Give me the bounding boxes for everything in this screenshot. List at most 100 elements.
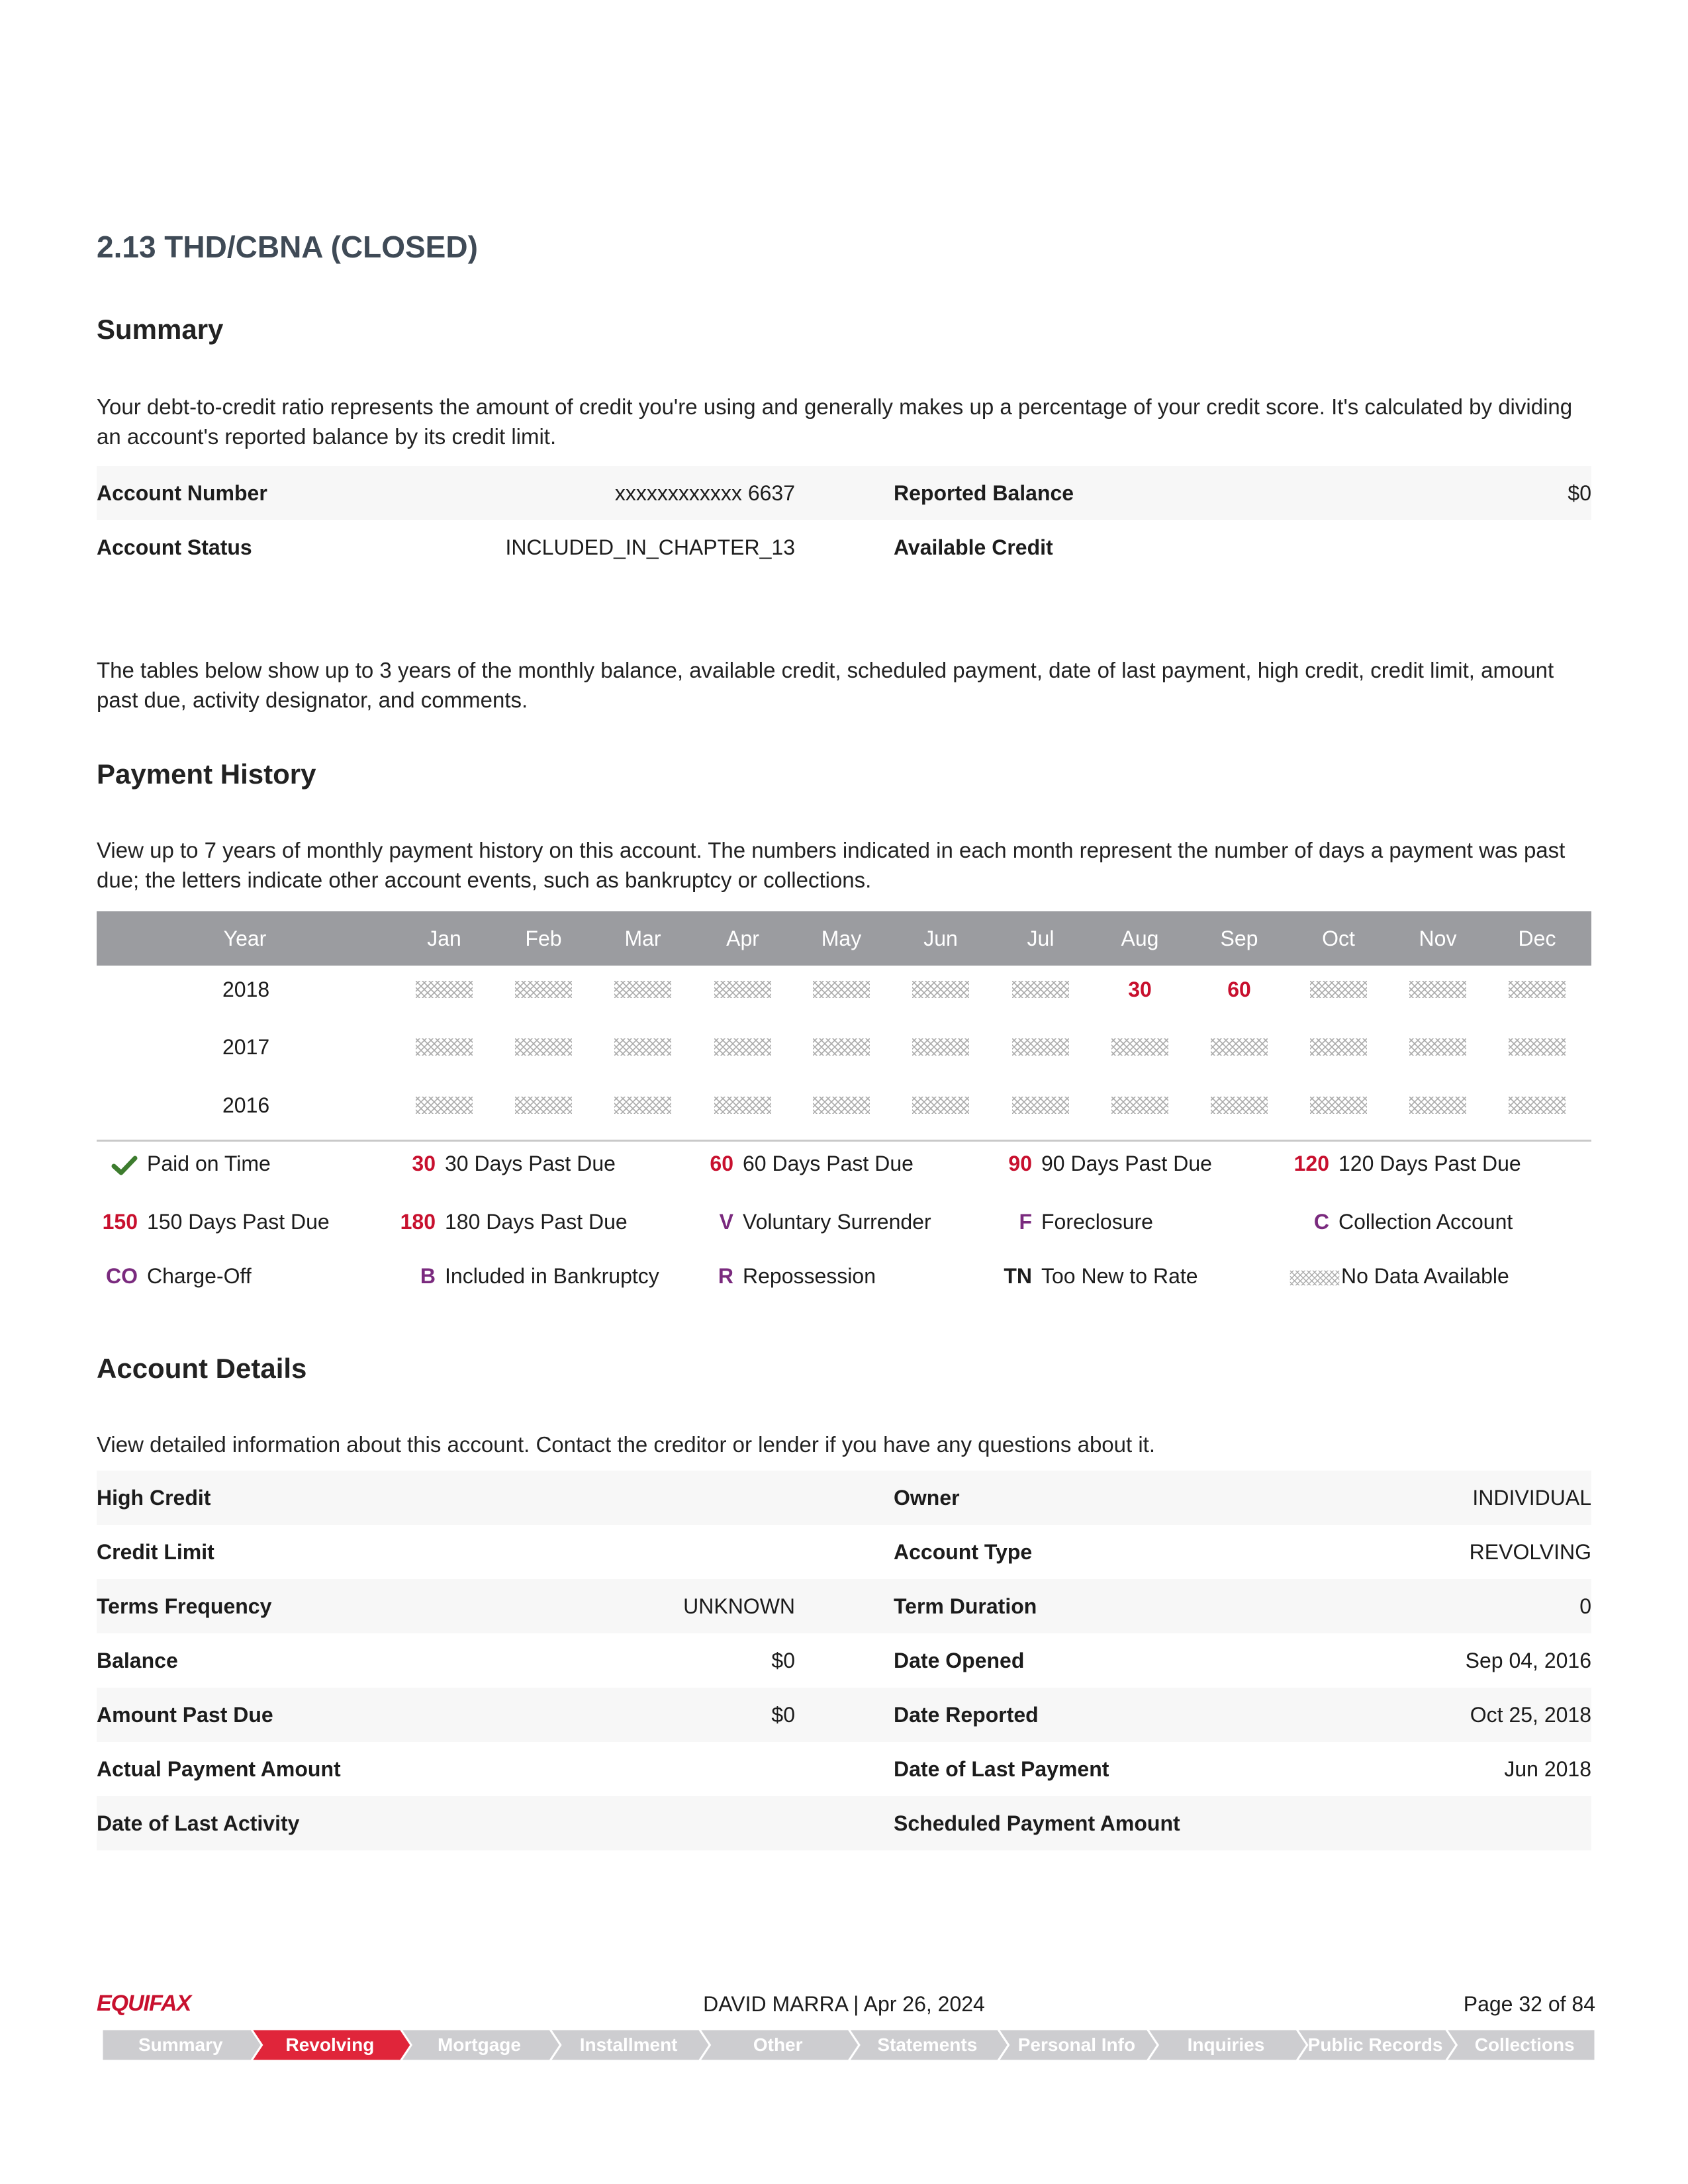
- legend-label: Paid on Time: [147, 1152, 271, 1175]
- month-status: [395, 1076, 494, 1134]
- month-status: [494, 960, 593, 1019]
- summary-label: Account Number: [97, 481, 267, 505]
- detail-value: $0: [771, 1649, 795, 1672]
- column-header-feb: Feb: [525, 927, 562, 950]
- legend-item: V Voluntary Surrender: [692, 1202, 931, 1242]
- payment-history-description: View up to 7 years of monthly payment hi…: [97, 838, 1566, 892]
- no-data-pattern-icon: [416, 981, 473, 998]
- legend-label: 30 Days Past Due: [445, 1152, 616, 1175]
- month-status: [1289, 1076, 1388, 1134]
- summary-row: Account Status INCLUDED_IN_CHAPTER_13 Av…: [97, 520, 1591, 574]
- month-status: [693, 960, 792, 1019]
- summary-description: Your debt-to-credit ratio represents the…: [97, 394, 1573, 449]
- tables-note: The tables below show up to 3 years of t…: [97, 658, 1554, 712]
- detail-value: UNKNOWN: [683, 1594, 795, 1618]
- nav-item-summary[interactable]: Summary: [107, 2029, 254, 2061]
- nav-item-mortgage[interactable]: Mortgage: [406, 2029, 553, 2061]
- legend-code: 120: [1293, 1152, 1329, 1175]
- legend-code: [1288, 1256, 1341, 1296]
- no-data-pattern-icon: [912, 981, 969, 998]
- month-status: [891, 1076, 990, 1134]
- month-status: [494, 1018, 593, 1076]
- month-status: [792, 960, 891, 1019]
- column-header-may: May: [821, 927, 862, 950]
- no-data-pattern-icon: [912, 1097, 969, 1114]
- detail-row: Terms Frequency UNKNOWN Term Duration 0: [97, 1579, 1591, 1633]
- no-data-pattern-icon: [813, 1097, 870, 1114]
- page-number: Page 32 of 84: [1463, 1992, 1595, 2016]
- summary-value: xxxxxxxxxxxx 6637: [614, 481, 795, 505]
- month-status: [593, 960, 692, 1019]
- section-title: 2.13 THD/CBNA (CLOSED): [97, 230, 478, 264]
- no-data-pattern-icon: [1111, 1038, 1168, 1056]
- no-data-pattern-icon: [1509, 981, 1566, 998]
- detail-label: Date of Last Activity: [97, 1811, 300, 1835]
- legend-label: Repossession: [743, 1264, 876, 1288]
- column-header-apr: Apr: [726, 927, 759, 950]
- month-status: [891, 960, 990, 1019]
- no-data-pattern-icon: [813, 981, 870, 998]
- no-data-pattern-icon: [515, 1097, 572, 1114]
- legend-item: 180 180 Days Past Due: [395, 1202, 628, 1242]
- detail-label: Amount Past Due: [97, 1703, 273, 1727]
- no-data-pattern-icon: [416, 1038, 473, 1056]
- legend-label: 120 Days Past Due: [1338, 1152, 1521, 1175]
- legend-item: 30 30 Days Past Due: [395, 1144, 616, 1183]
- month-status: [891, 1018, 990, 1076]
- column-header-dec: Dec: [1518, 927, 1556, 950]
- no-data-pattern-icon: [1409, 1038, 1466, 1056]
- nav-item-revolving[interactable]: Revolving: [257, 2029, 404, 2061]
- nav-item-collections[interactable]: Collections: [1451, 2029, 1598, 2061]
- nav-item-other[interactable]: Other: [704, 2029, 851, 2061]
- legend-item: TN Too New to Rate: [991, 1256, 1198, 1296]
- no-data-pattern-icon: [1012, 1097, 1069, 1114]
- nav-item-inquiries[interactable]: Inquiries: [1152, 2029, 1299, 2061]
- legend-label: 150 Days Past Due: [147, 1210, 330, 1234]
- no-data-pattern-icon: [614, 1097, 671, 1114]
- detail-label: Terms Frequency: [97, 1594, 272, 1618]
- legend-label: Collection Account: [1338, 1210, 1513, 1234]
- summary-row: Account Number xxxxxxxxxxxx 6637 Reporte…: [97, 466, 1591, 520]
- summary-value: INCLUDED_IN_CHAPTER_13: [505, 535, 795, 559]
- legend-code: R: [718, 1264, 733, 1288]
- month-status: [1388, 1018, 1487, 1076]
- detail-row: Balance $0 Date Opened Sep 04, 2016: [97, 1633, 1591, 1688]
- column-header-aug: Aug: [1121, 927, 1159, 950]
- summary-heading: Summary: [97, 314, 224, 345]
- legend-code: B: [420, 1264, 436, 1288]
- legend-code: 150: [102, 1210, 138, 1234]
- column-header-oct: Oct: [1322, 927, 1355, 950]
- legend-label: 180 Days Past Due: [445, 1210, 628, 1234]
- legend-label: 60 Days Past Due: [743, 1152, 914, 1175]
- month-status: 30: [1128, 977, 1152, 1001]
- legend-label: Foreclosure: [1041, 1210, 1153, 1234]
- month-status: [593, 1076, 692, 1134]
- account-details-heading: Account Details: [97, 1353, 307, 1384]
- nav-item-statements[interactable]: Statements: [854, 2029, 1001, 2061]
- month-status: [1487, 960, 1587, 1019]
- nav-item-personal-info[interactable]: Personal Info: [1004, 2029, 1150, 2061]
- payment-history-heading: Payment History: [97, 758, 316, 790]
- no-data-pattern-icon: [515, 981, 572, 998]
- legend-item: 60 60 Days Past Due: [692, 1144, 914, 1183]
- month-status: [494, 1076, 593, 1134]
- legend-item: 150 150 Days Past Due: [97, 1202, 330, 1242]
- legend-item: C Collection Account: [1288, 1202, 1513, 1242]
- detail-label: Account Type: [894, 1540, 1033, 1564]
- nav-item-public-records[interactable]: Public Records: [1302, 2029, 1449, 2061]
- month-status: [1190, 1018, 1289, 1076]
- payment-year: 2017: [222, 1035, 270, 1059]
- no-data-pattern-icon: [1310, 1097, 1367, 1114]
- detail-label: Credit Limit: [97, 1540, 214, 1564]
- no-data-pattern-icon: [416, 1097, 473, 1114]
- column-header-mar: Mar: [624, 927, 661, 950]
- no-data-pattern-icon: [912, 1038, 969, 1056]
- nav-item-installment[interactable]: Installment: [555, 2029, 702, 2061]
- detail-row: Credit Limit Account Type REVOLVING: [97, 1525, 1591, 1579]
- month-status: [792, 1076, 891, 1134]
- column-header-jan: Jan: [427, 927, 461, 950]
- legend-label: Too New to Rate: [1041, 1264, 1198, 1288]
- legend-code: C: [1313, 1210, 1329, 1234]
- detail-value: $0: [771, 1703, 795, 1727]
- column-header-year: Year: [223, 927, 267, 950]
